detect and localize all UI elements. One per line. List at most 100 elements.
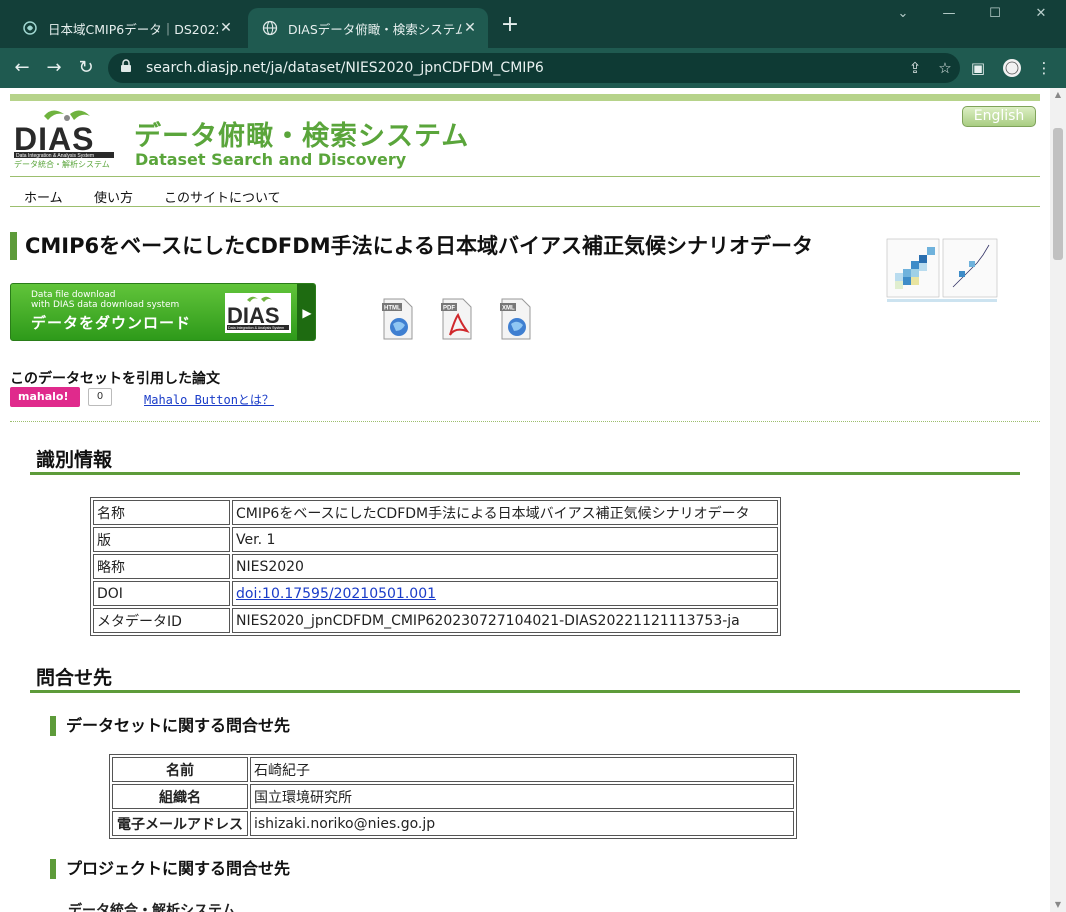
- table-label: 略称: [93, 554, 230, 579]
- table-label: 電子メールアドレス: [112, 811, 248, 836]
- maximize-icon[interactable]: ☐: [972, 6, 1018, 26]
- mahalo-info-link[interactable]: Mahalo Buttonとは？: [144, 391, 274, 408]
- svg-text:Data Integration & Analysis Sy: Data Integration & Analysis System: [228, 326, 284, 330]
- table-value: NIES2020: [232, 554, 778, 579]
- share-icon[interactable]: ⇪: [900, 59, 930, 77]
- bookmark-star-icon[interactable]: ☆: [930, 59, 960, 77]
- doi-link[interactable]: doi:10.17595/20210501.001: [236, 586, 436, 602]
- menu-item-home[interactable]: ホーム: [24, 187, 63, 206]
- svg-text:データ統合・解析システム: データ統合・解析システム: [14, 159, 110, 169]
- browser-toolbar: ← → ↻ search.diasjp.net/ja/dataset/NIES2…: [0, 48, 1066, 88]
- table-label: メタデータID: [93, 608, 230, 633]
- subsection-project-contact: プロジェクトに関する問合せ先: [50, 859, 290, 879]
- project-contact-name: データ統合・解析システム: [68, 903, 236, 912]
- html-file-icon[interactable]: HTML: [382, 297, 414, 341]
- divider: [10, 206, 1040, 207]
- tab-strip: 日本域CMIP6データ｜DS2022 デ… ✕ DIASデータ俯瞰・検索システム…: [0, 0, 1066, 48]
- reload-icon[interactable]: ↻: [74, 56, 98, 80]
- format-label: HTML: [384, 306, 401, 312]
- pdf-file-icon[interactable]: PDF: [441, 297, 473, 341]
- new-tab-button[interactable]: +: [498, 14, 522, 38]
- page-viewport: DIAS Data Integration & Analysis System …: [0, 88, 1066, 912]
- globe-icon: [262, 20, 278, 36]
- table-row: DOI doi:10.17595/20210501.001: [93, 581, 778, 606]
- close-window-icon[interactable]: ✕: [1018, 6, 1064, 26]
- table-row: 版 Ver. 1: [93, 527, 778, 552]
- divider: [10, 176, 1040, 177]
- section-contacts: 問合せ先: [30, 663, 1020, 693]
- table-row: 電子メールアドレス ishizaki.noriko@nies.go.jp: [112, 811, 794, 836]
- table-value: 国立環境研究所: [250, 784, 794, 809]
- svg-text:Data Integration & Analysis Sy: Data Integration & Analysis System: [16, 153, 94, 159]
- page-content: DIAS Data Integration & Analysis System …: [10, 88, 1040, 912]
- table-label: 組織名: [112, 784, 248, 809]
- scrollbar-thumb[interactable]: [1053, 128, 1063, 260]
- url-text: search.diasjp.net/ja/dataset/NIES2020_jp…: [146, 60, 544, 76]
- section-identification: 識別情報: [30, 445, 1020, 475]
- download-ja-label: データをダウンロード: [31, 314, 192, 332]
- profile-avatar[interactable]: [1002, 58, 1022, 78]
- download-en-label: Data file download with DIAS data downlo…: [31, 290, 179, 310]
- svg-text:DIAS: DIAS: [14, 121, 94, 157]
- table-label: DOI: [93, 581, 230, 606]
- address-bar[interactable]: search.diasjp.net/ja/dataset/NIES2020_jp…: [108, 53, 960, 83]
- table-row: 組織名 国立環境研究所: [112, 784, 794, 809]
- table-row: 名前 石崎紀子: [112, 757, 794, 782]
- close-icon[interactable]: ✕: [462, 20, 478, 36]
- dotted-divider: [10, 421, 1040, 422]
- download-en-line1: Data file download: [31, 290, 116, 300]
- svg-text:DIAS: DIAS: [227, 303, 280, 328]
- close-icon[interactable]: ✕: [218, 20, 234, 36]
- chevron-down-icon[interactable]: ⌄: [880, 6, 926, 26]
- top-band: [10, 94, 1040, 101]
- dataset-contact-table: 名前 石崎紀子 組織名 国立環境研究所 電子メールアドレス ishizaki.n…: [109, 754, 797, 839]
- table-value: 石崎紀子: [250, 757, 794, 782]
- table-row: 略称 NIES2020: [93, 554, 778, 579]
- identification-table: 名称 CMIP6をベースにしたCDFDM手法による日本域バイアス補正気候シナリオ…: [90, 497, 781, 636]
- browser-chrome: 日本域CMIP6データ｜DS2022 デ… ✕ DIASデータ俯瞰・検索システム…: [0, 0, 1066, 88]
- minimize-icon[interactable]: —: [926, 6, 972, 26]
- table-value: Ver. 1: [232, 527, 778, 552]
- english-button[interactable]: English: [962, 106, 1036, 127]
- table-label: 版: [93, 527, 230, 552]
- side-panel-icon[interactable]: ▣: [968, 58, 988, 78]
- format-label: PDF: [443, 306, 455, 312]
- dataset-title: CMIP6をベースにしたCDFDM手法による日本域バイアス補正気候シナリオデータ: [10, 232, 813, 260]
- download-button[interactable]: Data file download with DIAS data downlo…: [10, 283, 316, 341]
- dataset-thumbnail-image: [883, 233, 1001, 305]
- dias-logo[interactable]: DIAS Data Integration & Analysis System …: [12, 106, 120, 170]
- table-label: 名前: [112, 757, 248, 782]
- menu-item-howto[interactable]: 使い方: [94, 187, 133, 206]
- play-arrow-icon: ▶: [297, 284, 315, 340]
- mahalo-count: 0: [88, 388, 112, 406]
- lock-icon: [120, 59, 138, 77]
- subsection-dataset-contact: データセットに関する問合せ先: [50, 716, 290, 736]
- mahalo-button[interactable]: mahalo!: [10, 387, 80, 407]
- dias-badge-logo: DIAS Data Integration & Analysis System: [225, 293, 291, 333]
- table-value: NIES2020_jpnCDFDM_CMIP620230727104021-DI…: [232, 608, 778, 633]
- xml-file-icon[interactable]: XML: [500, 297, 532, 341]
- site-subtitle: Dataset Search and Discovery: [135, 150, 407, 169]
- tab-title: DIASデータ俯瞰・検索システム: [288, 21, 462, 37]
- table-row: メタデータID NIES2020_jpnCDFDM_CMIP6202307271…: [93, 608, 778, 633]
- vertical-scrollbar[interactable]: ▲ ▼: [1050, 88, 1066, 912]
- tab-cmip6-data[interactable]: 日本域CMIP6データ｜DS2022 デ… ✕: [8, 8, 244, 48]
- site-title: データ俯瞰・検索システム: [134, 121, 470, 152]
- table-label: 名称: [93, 500, 230, 525]
- menu-item-about[interactable]: このサイトについて: [164, 187, 281, 206]
- table-value: doi:10.17595/20210501.001: [232, 581, 778, 606]
- scroll-down-icon[interactable]: ▼: [1053, 900, 1063, 910]
- tab-dias-search[interactable]: DIASデータ俯瞰・検索システム ✕: [248, 8, 488, 48]
- scroll-up-icon[interactable]: ▲: [1053, 90, 1063, 100]
- menu-dots-icon[interactable]: ⋮: [1034, 58, 1054, 78]
- table-value: CMIP6をベースにしたCDFDM手法による日本域バイアス補正気候シナリオデータ: [232, 500, 778, 525]
- format-label: XML: [502, 306, 515, 312]
- tab-title: 日本域CMIP6データ｜DS2022 デ…: [48, 21, 218, 37]
- citations-heading: このデータセットを引用した論文: [10, 371, 220, 387]
- forward-arrow-icon[interactable]: →: [42, 56, 66, 80]
- back-arrow-icon[interactable]: ←: [10, 56, 34, 80]
- tab-favicon-icon: [22, 20, 38, 36]
- table-row: 名称 CMIP6をベースにしたCDFDM手法による日本域バイアス補正気候シナリオ…: [93, 500, 778, 525]
- table-value: ishizaki.noriko@nies.go.jp: [250, 811, 794, 836]
- download-en-line2: with DIAS data download system: [31, 300, 180, 310]
